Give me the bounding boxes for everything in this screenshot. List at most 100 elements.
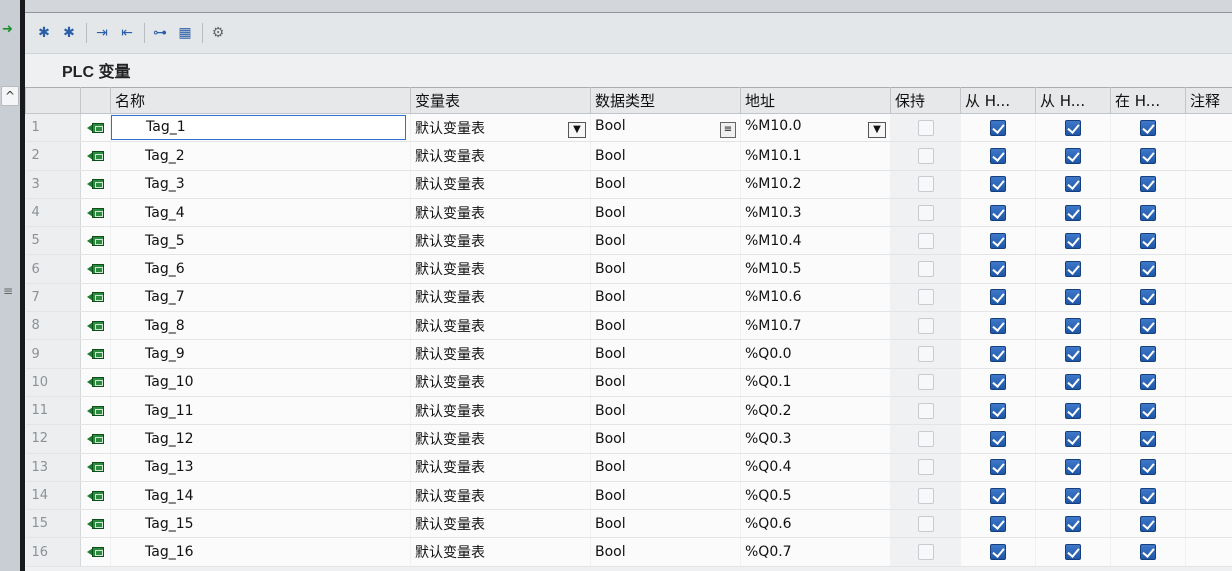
- hmi-write-checkbox[interactable]: [1065, 261, 1081, 278]
- retain-checkbox[interactable]: [917, 402, 934, 419]
- hmi-write-checkbox[interactable]: [1065, 487, 1081, 504]
- data-type-cell[interactable]: Bool: [590, 311, 741, 341]
- scroll-up-button[interactable]: ^: [1, 86, 19, 106]
- comment-cell[interactable]: [1185, 283, 1232, 313]
- column-header-hmi-access[interactable]: 从 H...: [960, 87, 1036, 114]
- tag-table-cell[interactable]: 默认变量表: [410, 339, 591, 369]
- retain-checkbox[interactable]: [917, 374, 934, 391]
- hmi-access-checkbox[interactable]: [990, 402, 1006, 419]
- retain-checkbox[interactable]: [917, 430, 934, 447]
- tag-name-cell[interactable]: Tag_15: [110, 509, 411, 539]
- hmi-access-checkbox[interactable]: [990, 204, 1006, 221]
- hmi-write-checkbox[interactable]: [1065, 402, 1081, 419]
- address-cell[interactable]: %Q0.2: [740, 396, 891, 426]
- retain-checkbox[interactable]: [917, 346, 934, 363]
- retain-checkbox[interactable]: [917, 544, 934, 561]
- address-cell[interactable]: %M10.7: [740, 311, 891, 341]
- comment-cell[interactable]: [1185, 170, 1232, 199]
- address-cell[interactable]: %M10.1: [740, 141, 891, 171]
- retain-checkbox[interactable]: [917, 176, 934, 193]
- hmi-write-checkbox[interactable]: [1065, 374, 1081, 391]
- tag-name-cell[interactable]: Tag_12: [110, 424, 411, 454]
- export-icon[interactable]: ⇥: [91, 22, 113, 44]
- tag-name-cell[interactable]: Tag_9: [110, 339, 411, 369]
- tag-table-cell[interactable]: 默认变量表: [410, 311, 591, 341]
- hmi-write-checkbox[interactable]: [1065, 147, 1081, 164]
- toolbar-arrow-icon[interactable]: ➜: [2, 22, 16, 40]
- address-dropdown-icon[interactable]: ▼: [868, 121, 886, 138]
- retain-checkbox[interactable]: [917, 204, 934, 221]
- column-header-tag-table[interactable]: 变量表: [410, 87, 591, 114]
- address-cell[interactable]: %M10.3: [740, 198, 891, 228]
- hmi-write-checkbox[interactable]: [1065, 346, 1081, 363]
- retain-checkbox[interactable]: [917, 119, 934, 136]
- tag-table-cell[interactable]: 默认变量表: [410, 509, 591, 539]
- hmi-access-checkbox[interactable]: [990, 544, 1006, 561]
- data-type-cell[interactable]: Bool: [590, 537, 741, 567]
- column-header-hmi-visible[interactable]: 在 H...: [1110, 87, 1186, 114]
- tag-name-cell[interactable]: Tag_4: [110, 198, 411, 228]
- tag-table-cell[interactable]: 默认变量表: [410, 368, 591, 397]
- tag-table-cell[interactable]: 默认变量表: [410, 481, 591, 511]
- hmi-access-checkbox[interactable]: [990, 487, 1006, 504]
- table-row[interactable]: 7 Tag_7 默认变量表 Bool %M10.6: [25, 283, 1232, 313]
- data-type-cell[interactable]: Bool: [590, 198, 741, 228]
- hmi-write-checkbox[interactable]: [1065, 317, 1081, 334]
- address-cell[interactable]: %M10.2: [740, 170, 891, 199]
- table-row[interactable]: 4 Tag_4 默认变量表 Bool %M10.3: [25, 198, 1232, 228]
- hmi-write-checkbox[interactable]: [1065, 430, 1081, 447]
- hmi-visible-checkbox[interactable]: [1140, 487, 1156, 504]
- retain-checkbox[interactable]: [917, 459, 934, 476]
- address-cell[interactable]: %M10.6: [740, 283, 891, 313]
- retain-checkbox[interactable]: [917, 232, 934, 249]
- tag-table-cell[interactable]: 默认变量表: [410, 141, 591, 171]
- table-row[interactable]: 9 Tag_9 默认变量表 Bool %Q0.0: [25, 339, 1232, 369]
- tag-name-cell[interactable]: Tag_8: [110, 311, 411, 341]
- address-cell[interactable]: %M10.4: [740, 226, 891, 256]
- address-cell[interactable]: %Q0.4: [740, 453, 891, 482]
- tag-name-cell[interactable]: Tag_14: [110, 481, 411, 511]
- comment-cell[interactable]: [1185, 141, 1232, 171]
- hmi-access-checkbox[interactable]: [990, 147, 1006, 164]
- address-cell[interactable]: %M10.5: [740, 254, 891, 284]
- address-cell[interactable]: %Q0.1: [740, 368, 891, 397]
- hmi-access-checkbox[interactable]: [990, 430, 1006, 447]
- hmi-access-checkbox[interactable]: [990, 232, 1006, 249]
- column-header-hmi-write[interactable]: 从 H...: [1035, 87, 1111, 114]
- tag-name-cell[interactable]: Tag_6: [110, 254, 411, 284]
- comment-cell[interactable]: [1185, 339, 1232, 369]
- data-type-cell[interactable]: Bool: [590, 141, 741, 171]
- show-references-icon[interactable]: ▦: [174, 22, 196, 44]
- retain-checkbox[interactable]: [917, 515, 934, 532]
- table-row[interactable]: 6 Tag_6 默认变量表 Bool %M10.5: [25, 254, 1232, 284]
- column-header-name[interactable]: 名称: [110, 87, 411, 114]
- hmi-visible-checkbox[interactable]: [1140, 544, 1156, 561]
- tag-table-cell[interactable]: 默认变量表: [410, 424, 591, 454]
- comment-cell[interactable]: [1185, 226, 1232, 256]
- tag-name-cell[interactable]: Tag_2: [110, 141, 411, 171]
- data-type-cell[interactable]: Bool: [590, 396, 741, 426]
- table-row[interactable]: 11 Tag_11 默认变量表 Bool %Q0.2: [25, 396, 1232, 426]
- address-cell[interactable]: %Q0.0: [740, 339, 891, 369]
- tag-name-cell[interactable]: Tag_1: [110, 113, 411, 143]
- hmi-access-checkbox[interactable]: [990, 119, 1006, 136]
- tag-name-cell[interactable]: Tag_5: [110, 226, 411, 256]
- hmi-write-checkbox[interactable]: [1065, 204, 1081, 221]
- hmi-visible-checkbox[interactable]: [1140, 176, 1156, 193]
- column-header-comment[interactable]: 注释: [1185, 87, 1232, 114]
- tag-table-cell[interactable]: 默认变量表: [410, 537, 591, 567]
- comment-cell[interactable]: [1185, 537, 1232, 567]
- tag-table-cell[interactable]: 默认变量表: [410, 396, 591, 426]
- column-header-data-type[interactable]: 数据类型: [590, 87, 741, 114]
- retain-checkbox[interactable]: [917, 317, 934, 334]
- data-type-cell[interactable]: Bool: [590, 509, 741, 539]
- table-row[interactable]: 8 Tag_8 默认变量表 Bool %M10.7: [25, 311, 1232, 341]
- hmi-write-checkbox[interactable]: [1065, 232, 1081, 249]
- hmi-write-checkbox[interactable]: [1065, 515, 1081, 532]
- tag-name-cell[interactable]: Tag_3: [110, 170, 411, 199]
- address-cell[interactable]: %Q0.7: [740, 537, 891, 567]
- table-row[interactable]: 5 Tag_5 默认变量表 Bool %M10.4: [25, 226, 1232, 256]
- hmi-visible-checkbox[interactable]: [1140, 346, 1156, 363]
- data-type-cell[interactable]: Bool: [590, 453, 741, 482]
- add-new-tag-icon[interactable]: ✱: [33, 22, 55, 44]
